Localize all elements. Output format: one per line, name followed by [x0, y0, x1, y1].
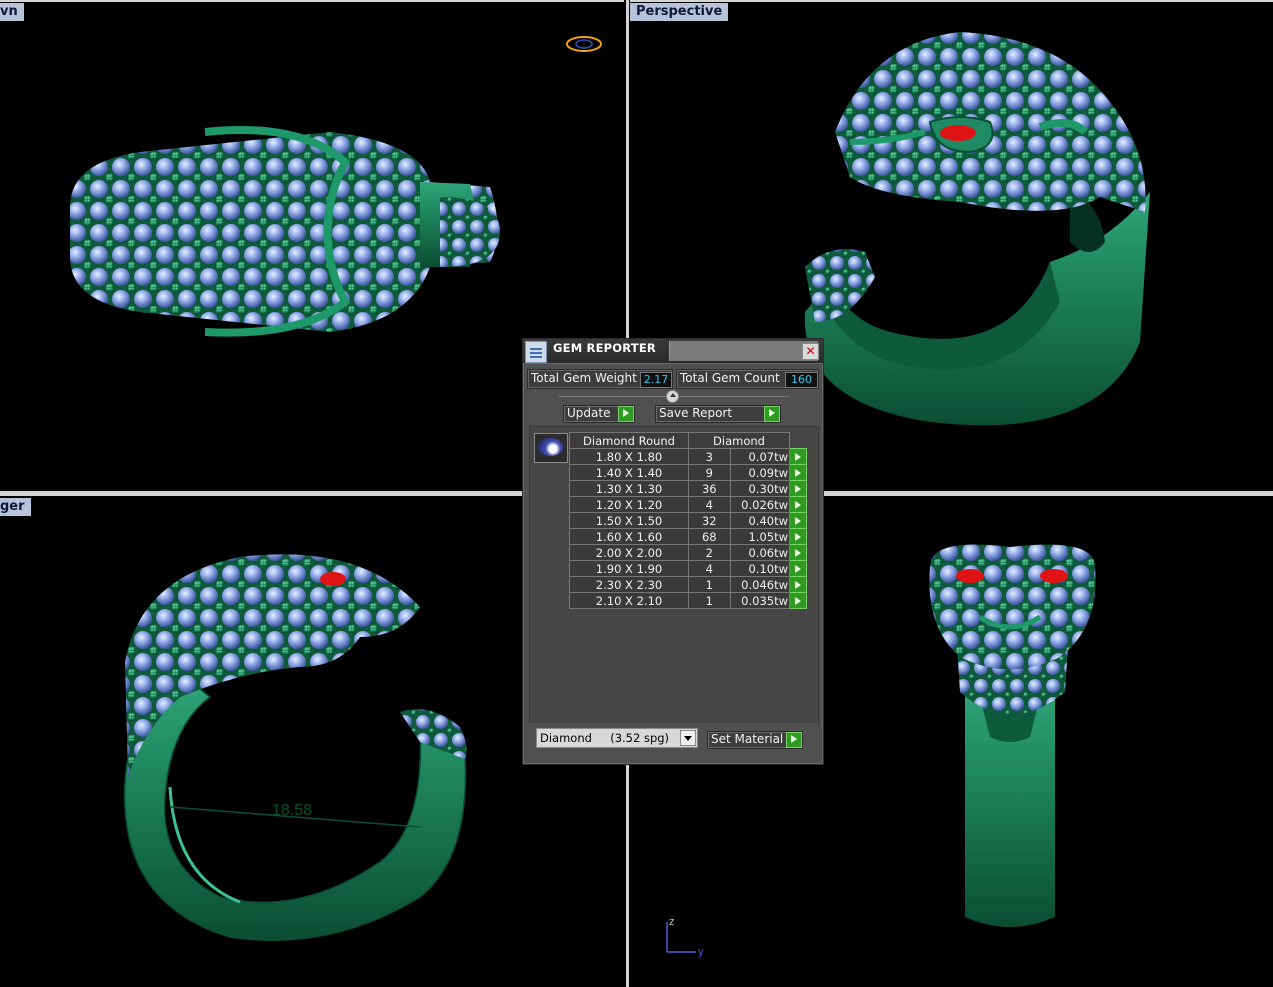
gem-weight-cell: 1.05tw — [729, 528, 791, 545]
row-go-icon[interactable] — [789, 464, 807, 481]
material-select-value: Diamond (3.52 spg) — [540, 731, 670, 745]
axis-y-label: y — [698, 946, 704, 958]
gem-size-cell: 1.90 X 1.90 — [569, 560, 689, 577]
table-row[interactable]: 1.90 X 1.90 4 0.10tw — [569, 560, 807, 577]
table-row[interactable]: 1.60 X 1.60 68 1.05tw — [569, 528, 807, 545]
gem-weight-cell: 0.07tw — [729, 448, 791, 465]
row-go-icon[interactable] — [789, 560, 807, 577]
gem-size-cell: 1.50 X 1.50 — [569, 512, 689, 529]
gem-size-cell: 1.60 X 1.60 — [569, 528, 689, 545]
gem-count-cell: 4 — [688, 496, 731, 513]
total-gem-count-box: Total Gem Count 160 — [676, 369, 819, 389]
gem-weight-cell: 0.10tw — [729, 560, 791, 577]
table-row[interactable]: 2.10 X 2.10 1 0.035tw — [569, 592, 807, 609]
update-go-icon[interactable] — [618, 406, 634, 422]
gem-count-cell: 3 — [688, 448, 731, 465]
set-material-button[interactable]: Set Material — [707, 731, 803, 749]
gem-reporter-app-icon — [525, 341, 547, 363]
set-material-button-label: Set Material — [711, 732, 784, 746]
dialog-title: GEM REPORTER — [553, 341, 656, 355]
gem-size-cell: 1.40 X 1.40 — [569, 464, 689, 481]
row-go-icon[interactable] — [789, 448, 807, 465]
panther-eye-right — [1040, 569, 1068, 583]
gem-size-cell: 2.10 X 2.10 — [569, 592, 689, 609]
gem-weight-cell: 0.40tw — [729, 512, 791, 529]
total-gem-weight-box: Total Gem Weight 2.17 — [527, 369, 673, 389]
table-row[interactable]: 2.00 X 2.00 2 0.06tw — [569, 544, 807, 561]
total-gem-count-label: Total Gem Count — [680, 371, 780, 385]
material-select[interactable]: Diamond (3.52 spg) — [536, 728, 698, 748]
column-header-material: Diamond — [688, 432, 790, 449]
set-material-go-icon[interactable] — [786, 732, 802, 748]
row-go-icon[interactable] — [789, 528, 807, 545]
table-row[interactable]: 1.30 X 1.30 36 0.30tw — [569, 480, 807, 497]
column-header-shape: Diamond Round — [569, 432, 689, 449]
gem-count-cell: 36 — [688, 480, 731, 497]
table-row[interactable]: 1.20 X 1.20 4 0.026tw — [569, 496, 807, 513]
nav-widget-icon — [566, 36, 602, 52]
dimension-label: 18.58 — [272, 802, 312, 819]
row-go-icon[interactable] — [789, 576, 807, 593]
gem-size-cell: 1.20 X 1.20 — [569, 496, 689, 513]
gem-reporter-dialog: GEM REPORTER ✕ Total Gem Weight 2.17 Tot… — [522, 338, 824, 765]
gem-size-cell: 1.30 X 1.30 — [569, 480, 689, 497]
panther-eye-side — [320, 572, 346, 586]
gem-count-cell: 9 — [688, 464, 731, 481]
row-go-icon[interactable] — [789, 496, 807, 513]
gem-count-cell: 1 — [688, 576, 731, 593]
panther-eye-left — [956, 569, 984, 583]
gem-count-cell: 32 — [688, 512, 731, 529]
gem-size-cell: 2.30 X 2.30 — [569, 576, 689, 593]
gem-count-cell: 2 — [688, 544, 731, 561]
close-button[interactable]: ✕ — [802, 343, 819, 360]
gem-weight-cell: 0.035tw — [729, 592, 791, 609]
gem-table: Diamond Round Diamond 1.80 X 1.80 3 0.07tw… — [569, 432, 807, 609]
row-go-icon[interactable] — [789, 512, 807, 529]
gem-count-cell: 4 — [688, 560, 731, 577]
gem-count-cell: 1 — [688, 592, 731, 609]
gem-weight-cell: 0.30tw — [729, 480, 791, 497]
gem-weight-cell: 0.026tw — [729, 496, 791, 513]
table-row[interactable]: 1.40 X 1.40 9 0.09tw — [569, 464, 807, 481]
dialog-title-bar[interactable]: GEM REPORTER ✕ — [523, 339, 823, 364]
gem-weight-cell: 0.046tw — [729, 576, 791, 593]
gem-weight-cell: 0.09tw — [729, 464, 791, 481]
update-button[interactable]: Update — [563, 405, 635, 423]
save-report-button-label: Save Report — [659, 406, 733, 420]
gem-count-cell: 68 — [688, 528, 731, 545]
save-report-go-icon[interactable] — [764, 406, 780, 422]
total-gem-weight-value: 2.17 — [640, 372, 672, 388]
gem-size-cell: 2.00 X 2.00 — [569, 544, 689, 561]
save-report-button[interactable]: Save Report — [655, 405, 781, 423]
collapse-up-icon[interactable] — [666, 390, 679, 403]
table-row[interactable]: 1.50 X 1.50 32 0.40tw — [569, 512, 807, 529]
panther-eye — [940, 125, 976, 141]
chevron-down-icon[interactable] — [680, 730, 696, 746]
row-go-icon[interactable] — [789, 480, 807, 497]
update-button-label: Update — [567, 406, 611, 420]
total-gem-weight-label: Total Gem Weight — [531, 371, 637, 385]
axis-z-label: z — [669, 916, 675, 928]
table-row[interactable]: 2.30 X 2.30 1 0.046tw — [569, 576, 807, 593]
row-go-icon[interactable] — [789, 592, 807, 609]
title-bar-fill — [669, 341, 818, 361]
gem-weight-cell: 0.06tw — [729, 544, 791, 561]
diamond-round-icon[interactable] — [534, 433, 568, 463]
table-row[interactable]: 1.80 X 1.80 3 0.07tw — [569, 448, 807, 465]
gem-size-cell: 1.80 X 1.80 — [569, 448, 689, 465]
total-gem-count-value: 160 — [785, 372, 818, 388]
gem-list-panel: Diamond Round Diamond 1.80 X 1.80 3 0.07tw… — [529, 426, 819, 725]
row-go-icon[interactable] — [789, 544, 807, 561]
